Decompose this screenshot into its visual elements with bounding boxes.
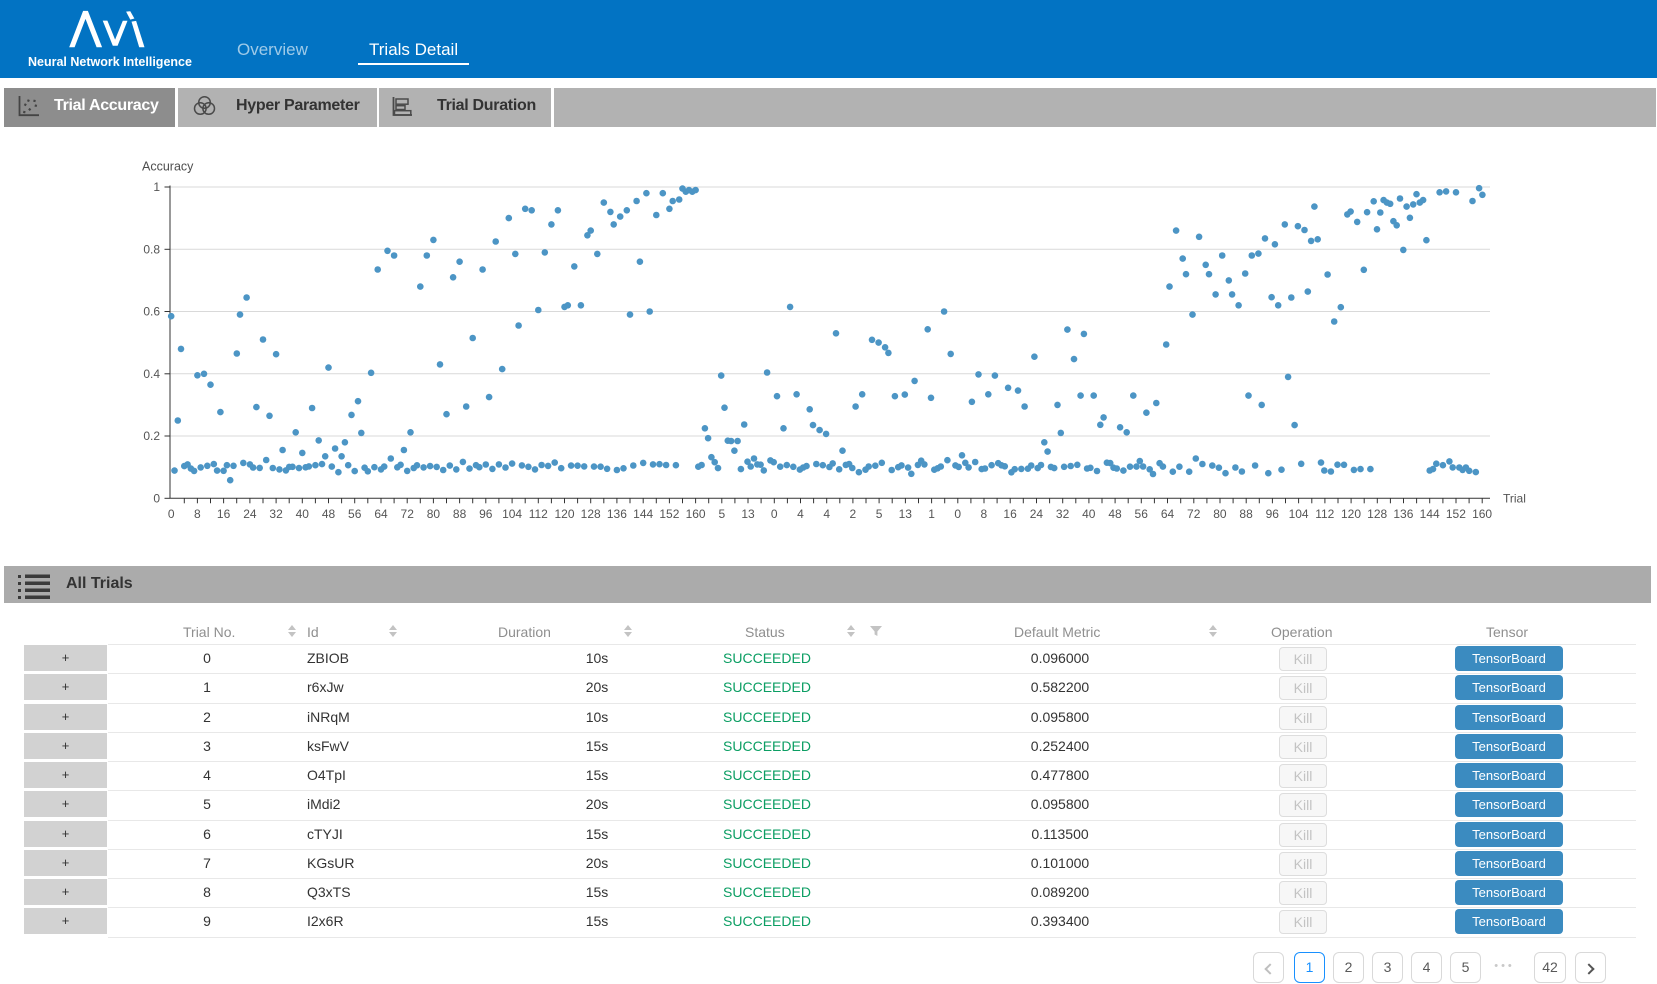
svg-text:80: 80 xyxy=(1213,507,1227,521)
svg-text:24: 24 xyxy=(243,507,257,521)
svg-text:4: 4 xyxy=(823,507,830,521)
svg-text:Trial: Trial xyxy=(1503,492,1526,506)
svg-text:8: 8 xyxy=(981,507,988,521)
svg-text:0.8: 0.8 xyxy=(143,242,160,256)
svg-text:56: 56 xyxy=(348,507,362,521)
svg-text:80: 80 xyxy=(427,507,441,521)
svg-text:0: 0 xyxy=(153,491,160,505)
svg-text:16: 16 xyxy=(217,507,231,521)
svg-text:88: 88 xyxy=(453,507,467,521)
svg-text:48: 48 xyxy=(1108,507,1122,521)
svg-text:104: 104 xyxy=(502,507,522,521)
svg-text:152: 152 xyxy=(1446,507,1466,521)
svg-text:4: 4 xyxy=(797,507,804,521)
svg-text:152: 152 xyxy=(659,507,679,521)
svg-text:96: 96 xyxy=(479,507,493,521)
svg-text:2: 2 xyxy=(850,507,857,521)
svg-text:0: 0 xyxy=(168,507,175,521)
svg-text:64: 64 xyxy=(374,507,388,521)
svg-text:0.4: 0.4 xyxy=(143,367,160,381)
svg-text:112: 112 xyxy=(529,507,548,521)
svg-text:0: 0 xyxy=(954,507,961,521)
svg-text:1: 1 xyxy=(928,507,935,521)
svg-text:5: 5 xyxy=(876,507,883,521)
svg-text:144: 144 xyxy=(633,507,653,521)
svg-text:104: 104 xyxy=(1289,507,1309,521)
svg-text:72: 72 xyxy=(401,507,415,521)
svg-text:5: 5 xyxy=(718,507,725,521)
svg-text:40: 40 xyxy=(1082,507,1096,521)
svg-text:13: 13 xyxy=(741,507,755,521)
svg-text:0: 0 xyxy=(771,507,778,521)
svg-text:0.6: 0.6 xyxy=(143,305,160,319)
svg-text:120: 120 xyxy=(1341,507,1361,521)
svg-text:32: 32 xyxy=(269,507,283,521)
svg-text:8: 8 xyxy=(194,507,201,521)
svg-text:136: 136 xyxy=(607,507,627,521)
svg-text:160: 160 xyxy=(1472,507,1492,521)
svg-text:160: 160 xyxy=(686,507,706,521)
svg-text:1: 1 xyxy=(153,180,160,194)
svg-text:40: 40 xyxy=(296,507,310,521)
svg-text:16: 16 xyxy=(1003,507,1017,521)
svg-text:128: 128 xyxy=(1367,507,1387,521)
svg-text:96: 96 xyxy=(1266,507,1280,521)
svg-text:112: 112 xyxy=(1315,507,1334,521)
svg-text:120: 120 xyxy=(554,507,574,521)
svg-text:48: 48 xyxy=(322,507,336,521)
svg-text:72: 72 xyxy=(1187,507,1201,521)
svg-text:64: 64 xyxy=(1161,507,1175,521)
svg-text:24: 24 xyxy=(1030,507,1044,521)
svg-text:56: 56 xyxy=(1135,507,1149,521)
svg-text:32: 32 xyxy=(1056,507,1070,521)
svg-text:144: 144 xyxy=(1420,507,1440,521)
svg-text:Accuracy: Accuracy xyxy=(142,160,194,174)
svg-text:13: 13 xyxy=(899,507,913,521)
svg-text:136: 136 xyxy=(1393,507,1413,521)
svg-text:128: 128 xyxy=(581,507,601,521)
svg-text:0.2: 0.2 xyxy=(143,429,160,443)
svg-text:88: 88 xyxy=(1239,507,1253,521)
